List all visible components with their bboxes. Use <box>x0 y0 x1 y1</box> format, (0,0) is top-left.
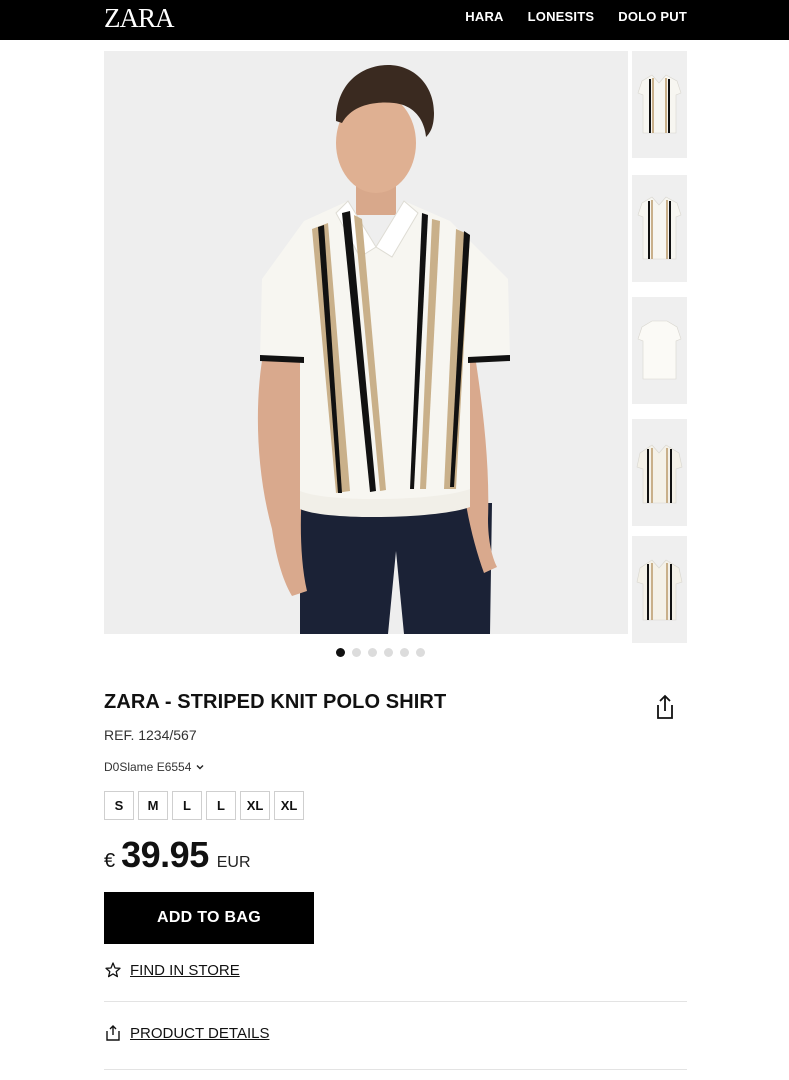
carousel-dot-6[interactable] <box>416 648 425 657</box>
carousel-dot-4[interactable] <box>384 648 393 657</box>
product-details-label: PRODUCT DETAILS <box>130 1024 270 1042</box>
top-bar: ZARA HARA LONESITS DOLO PUT <box>0 0 789 40</box>
thumbnail-1[interactable] <box>632 51 687 158</box>
thumbnail-2[interactable] <box>632 175 687 282</box>
price-amount: 39.95 <box>121 834 209 875</box>
add-to-bag-button[interactable]: ADD TO BAG <box>104 892 314 944</box>
zara-logo[interactable]: ZARA <box>104 4 174 34</box>
product-details-link[interactable]: PRODUCT DETAILS <box>104 1024 269 1042</box>
polo-thumbnail-icon <box>632 419 687 526</box>
divider <box>104 1069 687 1070</box>
price-currency-code: EUR <box>216 854 251 871</box>
polo-back-thumbnail-icon <box>632 297 687 404</box>
box-share-icon <box>106 1025 120 1041</box>
product-reference: REF. 1234/567 <box>104 727 197 743</box>
nav-link-lonesits[interactable]: LONESITS <box>528 10 595 24</box>
thumbnail-4[interactable] <box>632 419 687 526</box>
carousel-dots <box>336 648 425 657</box>
nav-link-hara[interactable]: HARA <box>465 10 503 24</box>
model-illustration <box>104 51 628 634</box>
carousel-dot-3[interactable] <box>368 648 377 657</box>
size-option-xl-2[interactable]: XL <box>274 791 304 820</box>
color-selector[interactable]: D0Slame E6554 <box>104 760 205 774</box>
share-icon[interactable] <box>652 693 678 721</box>
price-currency-symbol: € <box>104 850 116 872</box>
divider <box>104 1001 687 1002</box>
carousel-dot-2[interactable] <box>352 648 361 657</box>
star-icon <box>105 962 121 978</box>
find-in-store-label: FIND IN STORE <box>130 961 240 979</box>
polo-thumbnail-icon <box>632 536 687 643</box>
size-option-s[interactable]: S <box>104 791 134 820</box>
main-nav: HARA LONESITS DOLO PUT <box>465 10 687 24</box>
carousel-dot-1[interactable] <box>336 648 345 657</box>
find-in-store-link[interactable]: FIND IN STORE <box>104 961 240 979</box>
size-option-l-2[interactable]: L <box>206 791 236 820</box>
thumbnail-5[interactable] <box>632 536 687 643</box>
carousel-dot-5[interactable] <box>400 648 409 657</box>
chevron-down-icon <box>196 765 204 770</box>
size-option-m[interactable]: M <box>138 791 168 820</box>
price: € 39.95 EUR <box>104 834 251 876</box>
polo-thumbnail-icon <box>632 51 687 158</box>
color-label: D0Slame E6554 <box>104 760 192 774</box>
size-selector: S M L L XL XL <box>104 791 304 820</box>
size-option-l[interactable]: L <box>172 791 202 820</box>
thumbnail-3[interactable] <box>632 297 687 404</box>
product-title: ZARA - STRIPED KNIT POLO SHIRT <box>104 691 447 713</box>
nav-link-dolo-put[interactable]: DOLO PUT <box>618 10 687 24</box>
main-product-image[interactable] <box>104 51 628 634</box>
size-option-xl[interactable]: XL <box>240 791 270 820</box>
polo-thumbnail-icon <box>632 175 687 282</box>
